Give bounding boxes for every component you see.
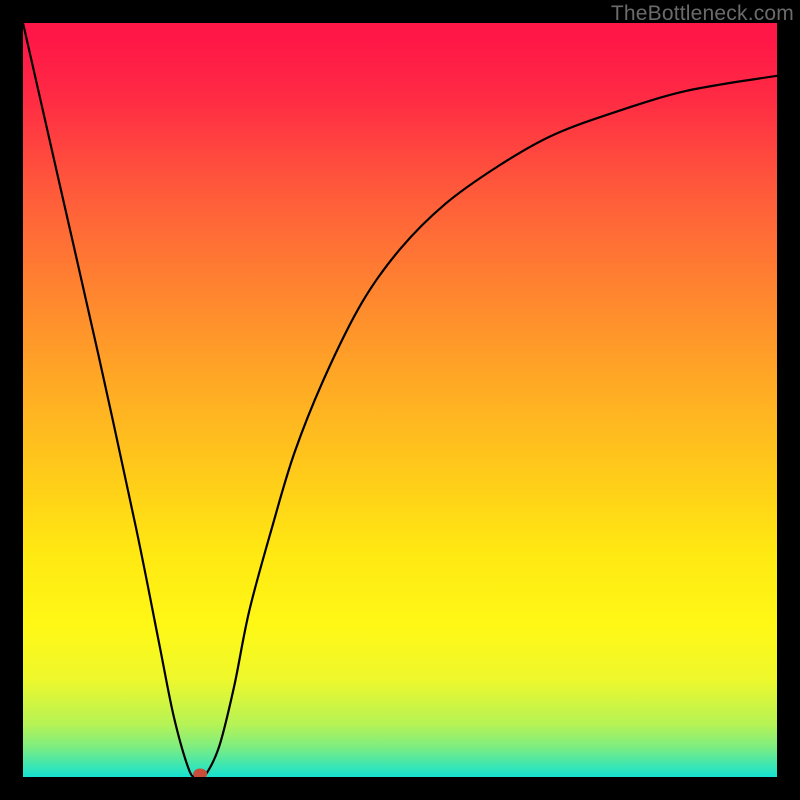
bottleneck-curve xyxy=(23,23,777,777)
minimum-marker xyxy=(193,769,207,778)
curve-layer xyxy=(23,23,777,777)
plot-area xyxy=(23,23,777,777)
chart-frame: TheBottleneck.com xyxy=(0,0,800,800)
watermark-text: TheBottleneck.com xyxy=(611,2,794,26)
